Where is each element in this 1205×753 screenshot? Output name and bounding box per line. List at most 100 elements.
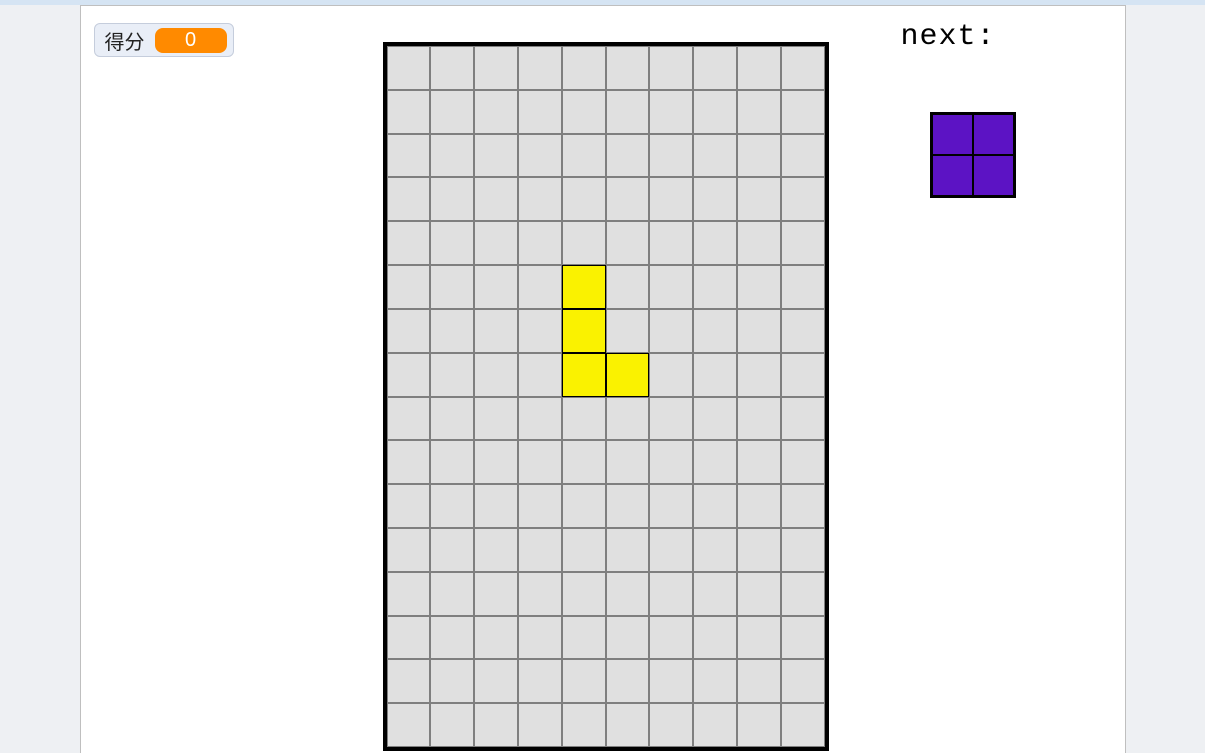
board-cell xyxy=(737,309,781,353)
board-cell xyxy=(474,353,518,397)
board-cell xyxy=(562,703,606,747)
board-cell xyxy=(606,397,650,441)
board-cell xyxy=(518,440,562,484)
board-cell xyxy=(474,309,518,353)
board-cell xyxy=(518,90,562,134)
score-label: 得分 xyxy=(105,26,145,55)
board-cell xyxy=(518,484,562,528)
board-cell xyxy=(649,484,693,528)
board-cell xyxy=(387,659,431,703)
board-cell xyxy=(737,703,781,747)
board-cell xyxy=(518,134,562,178)
board-cell xyxy=(693,46,737,90)
board-cell xyxy=(562,659,606,703)
board-cell xyxy=(430,484,474,528)
board-cell xyxy=(737,440,781,484)
board-cell xyxy=(693,90,737,134)
board-cell xyxy=(474,616,518,660)
board-cell xyxy=(387,616,431,660)
board-cell xyxy=(649,221,693,265)
board-cell xyxy=(649,265,693,309)
board-cell xyxy=(430,46,474,90)
board-cell xyxy=(693,528,737,572)
board-cell xyxy=(693,221,737,265)
next-piece-cell xyxy=(973,114,1014,155)
board-cell xyxy=(518,46,562,90)
board-cell xyxy=(737,353,781,397)
board-cell xyxy=(737,265,781,309)
board-cell xyxy=(387,134,431,178)
board-cell xyxy=(387,177,431,221)
board-cell xyxy=(606,353,650,397)
board-cell xyxy=(737,221,781,265)
board-cell xyxy=(387,703,431,747)
board-cell xyxy=(430,221,474,265)
board-cell xyxy=(562,528,606,572)
board-cell xyxy=(693,659,737,703)
board-cell xyxy=(562,309,606,353)
board-cell xyxy=(606,616,650,660)
board-cell xyxy=(781,616,825,660)
board-cell xyxy=(781,572,825,616)
board-cell xyxy=(518,528,562,572)
board-cell xyxy=(781,440,825,484)
board-cell xyxy=(562,265,606,309)
board-cell xyxy=(387,353,431,397)
board-cell xyxy=(649,703,693,747)
board-cell xyxy=(562,134,606,178)
board-cell xyxy=(430,134,474,178)
board-cell xyxy=(649,572,693,616)
board-cell xyxy=(606,659,650,703)
game-board[interactable] xyxy=(383,42,829,751)
board-cell xyxy=(474,134,518,178)
board-cell xyxy=(781,397,825,441)
board-cell xyxy=(649,134,693,178)
board-cell xyxy=(606,703,650,747)
board-cell xyxy=(737,616,781,660)
board-cell xyxy=(781,265,825,309)
board-cell xyxy=(781,528,825,572)
board-cell xyxy=(387,528,431,572)
board-cell xyxy=(474,440,518,484)
board-cell xyxy=(518,659,562,703)
board-cell xyxy=(518,353,562,397)
board-cell xyxy=(474,90,518,134)
board-cell xyxy=(737,177,781,221)
board-cell xyxy=(781,46,825,90)
board-cell xyxy=(649,659,693,703)
next-piece-cell xyxy=(932,114,973,155)
board-cell xyxy=(518,703,562,747)
board-cell xyxy=(693,616,737,660)
board-cell xyxy=(781,134,825,178)
board-cell xyxy=(693,703,737,747)
board-cell xyxy=(606,528,650,572)
board-cell xyxy=(474,265,518,309)
board-cell xyxy=(518,177,562,221)
board-cell xyxy=(387,309,431,353)
board-cell xyxy=(781,221,825,265)
board-cell xyxy=(387,221,431,265)
board-cell xyxy=(562,221,606,265)
board-cell xyxy=(430,703,474,747)
board-cell xyxy=(518,265,562,309)
score-badge: 得分 0 xyxy=(94,23,234,57)
board-cell xyxy=(562,397,606,441)
board-cell xyxy=(606,265,650,309)
board-cell xyxy=(781,177,825,221)
board-cell xyxy=(562,484,606,528)
board-cell xyxy=(474,484,518,528)
board-cell xyxy=(474,397,518,441)
board-cell xyxy=(693,484,737,528)
board-cell xyxy=(649,528,693,572)
board-cell xyxy=(693,440,737,484)
board-cell xyxy=(781,353,825,397)
board-cell xyxy=(387,397,431,441)
board-cell xyxy=(430,616,474,660)
board-cell xyxy=(430,309,474,353)
board-cell xyxy=(562,440,606,484)
board-cell xyxy=(649,177,693,221)
board-cell xyxy=(430,440,474,484)
board-cell xyxy=(693,572,737,616)
board-cell xyxy=(562,616,606,660)
board-cell xyxy=(430,177,474,221)
